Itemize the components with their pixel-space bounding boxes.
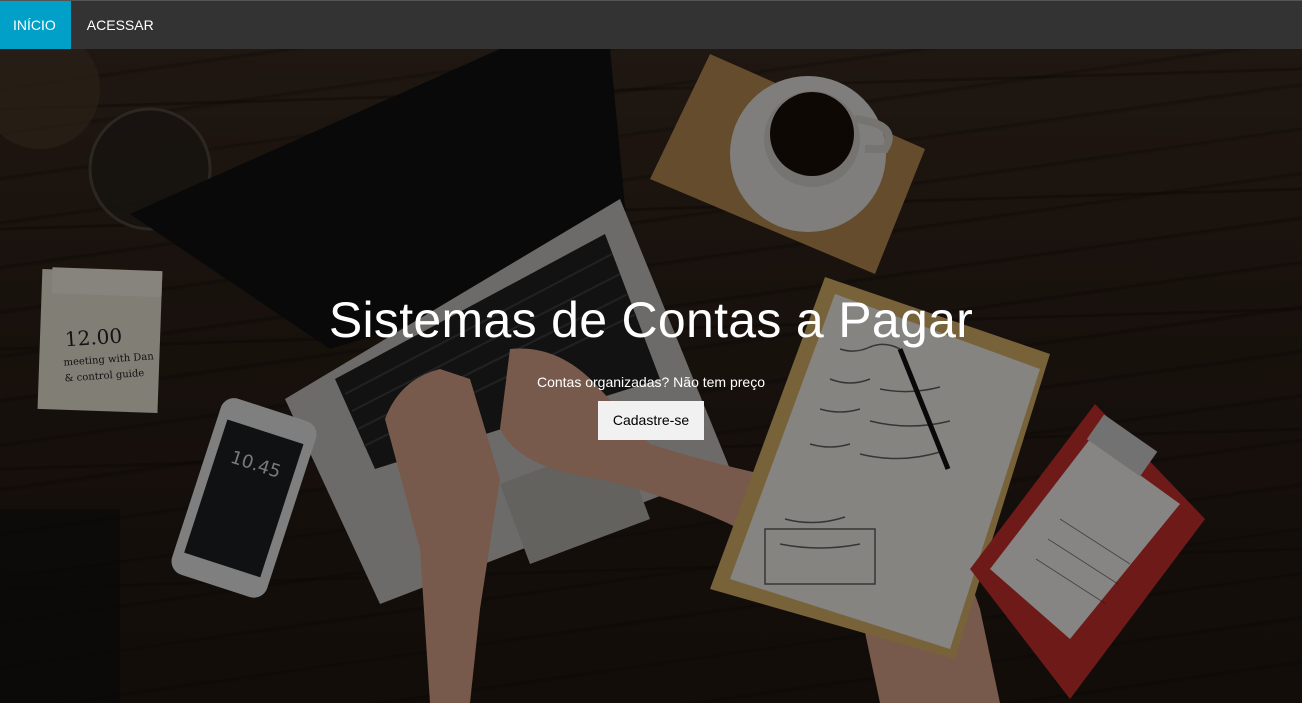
nav-item-inicio[interactable]: INÍCIO (0, 1, 71, 49)
nav-item-acessar[interactable]: ACESSAR (71, 1, 170, 49)
signup-button[interactable]: Cadastre-se (597, 401, 705, 440)
top-navbar: INÍCIO ACESSAR (0, 0, 1302, 49)
hero-content: Sistemas de Contas a Pagar Contas organi… (0, 49, 1302, 703)
hero-subtitle: Contas organizadas? Não tem preço (536, 374, 766, 390)
hero-title: Sistemas de Contas a Pagar (328, 292, 974, 348)
hero-section: 12.00 meeting with Dan & control guide 1… (0, 49, 1302, 703)
